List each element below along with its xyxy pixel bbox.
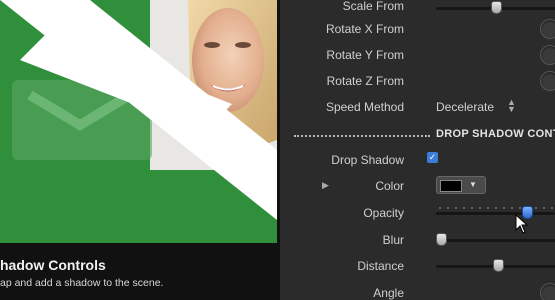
caption-description: ap and add a shadow to the scene. — [0, 277, 164, 289]
caption-title: hadow Controls — [0, 257, 106, 273]
row-rotate-y: Rotate Y From — [280, 43, 555, 67]
row-rotate-z: Rotate Z From — [280, 69, 555, 93]
distance-slider[interactable] — [436, 259, 555, 272]
opacity-slider[interactable] — [436, 206, 555, 219]
mouse-pointer-icon — [515, 214, 529, 234]
caption-bar: hadow Controls ap and add a shadow to th… — [0, 243, 277, 300]
row-opacity: Opacity — [280, 201, 555, 225]
distance-thumb[interactable] — [493, 259, 504, 272]
row-blur: Blur — [280, 228, 555, 252]
row-color: ▶ Color ▼ — [280, 174, 555, 198]
rotate-z-dial[interactable] — [540, 71, 555, 91]
rotate-z-label: Rotate Z From — [326, 74, 404, 88]
color-swatch[interactable] — [440, 180, 462, 192]
blur-label: Blur — [382, 233, 404, 247]
opacity-ticks — [436, 207, 555, 209]
scale-from-slider[interactable] — [436, 1, 555, 14]
distance-label: Distance — [357, 259, 404, 273]
disclosure-triangle-icon[interactable]: ▶ — [322, 180, 329, 191]
chevron-down-icon[interactable]: ▼ — [469, 180, 477, 189]
angle-dial[interactable] — [540, 283, 555, 300]
row-rotate-x: Rotate X From — [280, 17, 555, 41]
rotate-y-label: Rotate Y From — [326, 48, 404, 62]
scene-preview: hadow Controls ap and add a shadow to th… — [0, 0, 277, 300]
speed-method-popup[interactable]: Decelerate — [436, 100, 494, 114]
section-divider — [294, 135, 430, 137]
row-drop-shadow: Drop Shadow ✓ — [280, 148, 555, 172]
scale-from-label: Scale From — [342, 0, 404, 13]
row-distance: Distance — [280, 254, 555, 278]
blur-slider[interactable] — [436, 233, 555, 246]
opacity-label: Opacity — [363, 206, 404, 220]
scale-from-thumb[interactable] — [491, 1, 502, 14]
drop-shadow-checkbox[interactable]: ✓ — [427, 152, 438, 163]
drop-shadow-section-header[interactable]: DROP SHADOW CONTROLS — [280, 121, 555, 147]
row-scale-from: Scale From — [280, 0, 555, 18]
popup-arrows-icon[interactable]: ▲ ▼ — [507, 98, 516, 114]
blur-thumb[interactable] — [436, 233, 447, 246]
color-well[interactable]: ▼ — [436, 176, 486, 194]
angle-label: Angle — [373, 286, 404, 300]
row-speed-method: Speed Method Decelerate ▲ ▼ — [280, 95, 555, 119]
speed-method-label: Speed Method — [325, 100, 404, 114]
rotate-x-label: Rotate X From — [325, 22, 404, 36]
row-angle: Angle — [280, 281, 555, 300]
inspector-panel: Scale From Rotate X From Rotate Y From R… — [280, 0, 555, 300]
section-title: DROP SHADOW CONTROLS — [436, 128, 555, 140]
drop-shadow-label: Drop Shadow — [331, 153, 404, 167]
rotate-y-dial[interactable] — [540, 45, 555, 65]
color-label: Color — [375, 179, 404, 193]
rotate-x-dial[interactable] — [540, 19, 555, 39]
